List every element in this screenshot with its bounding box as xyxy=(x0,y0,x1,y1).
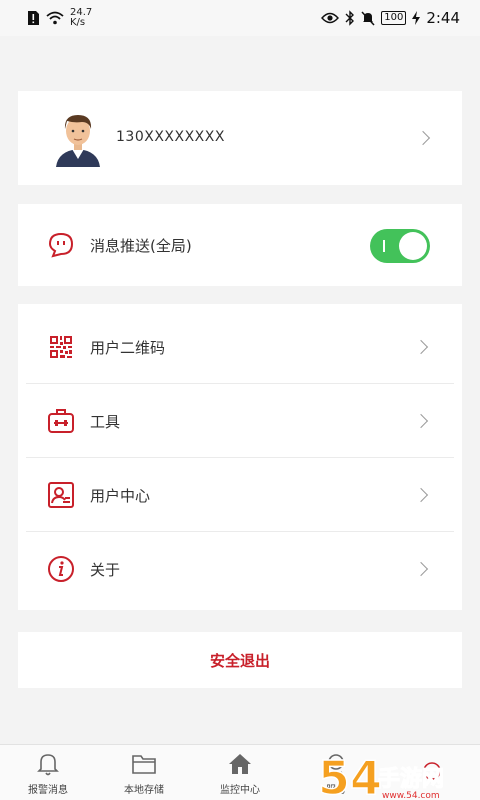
nav-label: 监控中心 xyxy=(220,784,260,796)
logout-label: 安全退出 xyxy=(209,652,270,670)
profile-card[interactable]: 130XXXXXXXX xyxy=(18,91,462,185)
nav-label: 报警消息 xyxy=(28,784,68,796)
svg-text:手游网: 手游网 xyxy=(378,766,444,792)
push-notification-card: 消息推送(全局) xyxy=(18,204,462,286)
chevron-right-icon xyxy=(415,130,431,146)
avatar xyxy=(56,115,100,167)
status-bar: 24.7 K/s 100 2:44 xyxy=(0,0,480,36)
menu-card: 用户二维码 工具 用户中心 关于 xyxy=(18,304,462,610)
menu-item-label: 关于 xyxy=(90,560,121,579)
menu-item-tools[interactable]: 工具 xyxy=(18,384,462,458)
chevron-right-icon xyxy=(413,413,429,429)
qr-code-icon xyxy=(46,332,76,362)
user-card-icon xyxy=(46,480,76,510)
info-icon xyxy=(46,554,76,584)
status-left: 24.7 K/s xyxy=(26,8,92,28)
network-speed: 24.7 K/s xyxy=(70,8,92,28)
menu-item-label: 用户中心 xyxy=(90,486,151,505)
mute-bell-icon xyxy=(361,11,375,26)
net-speed-unit: K/s xyxy=(70,17,86,28)
nav-item-alarm-messages[interactable]: 报警消息 xyxy=(0,745,96,800)
menu-item-label: 工具 xyxy=(90,412,121,431)
chevron-right-icon xyxy=(413,487,429,503)
eye-icon xyxy=(321,12,340,24)
chevron-right-icon xyxy=(413,339,429,355)
watermark-logo: 54 手游网 www.54.com xyxy=(316,740,476,800)
clock: 2:44 xyxy=(426,9,460,27)
toggle-knob xyxy=(399,232,427,260)
menu-item-label: 用户二维码 xyxy=(90,338,166,357)
nav-item-monitoring-center[interactable]: 监控中心 xyxy=(192,745,288,800)
menu-item-about[interactable]: 关于 xyxy=(18,532,462,606)
menu-item-qr-code[interactable]: 用户二维码 xyxy=(18,310,462,384)
push-notification-label: 消息推送(全局) xyxy=(90,236,192,255)
logout-button[interactable]: 安全退出 xyxy=(18,632,462,688)
menu-item-user-center[interactable]: 用户中心 xyxy=(18,458,462,532)
chevron-right-icon xyxy=(413,561,429,577)
folder-icon xyxy=(130,750,158,778)
nav-item-local-storage[interactable]: 本地存储 xyxy=(96,745,192,800)
message-bubble-icon xyxy=(46,230,76,260)
sim-alert-icon xyxy=(28,11,39,25)
toolbox-icon xyxy=(46,406,76,436)
toggle-on-mark xyxy=(383,240,385,252)
svg-text:www.54.com: www.54.com xyxy=(382,791,440,800)
status-right: 100 2:44 xyxy=(321,9,460,27)
home-icon xyxy=(226,750,254,778)
charging-icon xyxy=(412,11,421,25)
svg-text:54: 54 xyxy=(318,751,382,800)
push-notification-toggle[interactable] xyxy=(370,229,430,263)
battery-indicator: 100 xyxy=(381,11,407,25)
phone-number: 130XXXXXXXX xyxy=(116,129,225,145)
bell-icon xyxy=(34,750,62,778)
wifi-icon xyxy=(46,11,64,25)
nav-label: 本地存储 xyxy=(124,784,164,796)
bluetooth-icon xyxy=(345,10,355,26)
